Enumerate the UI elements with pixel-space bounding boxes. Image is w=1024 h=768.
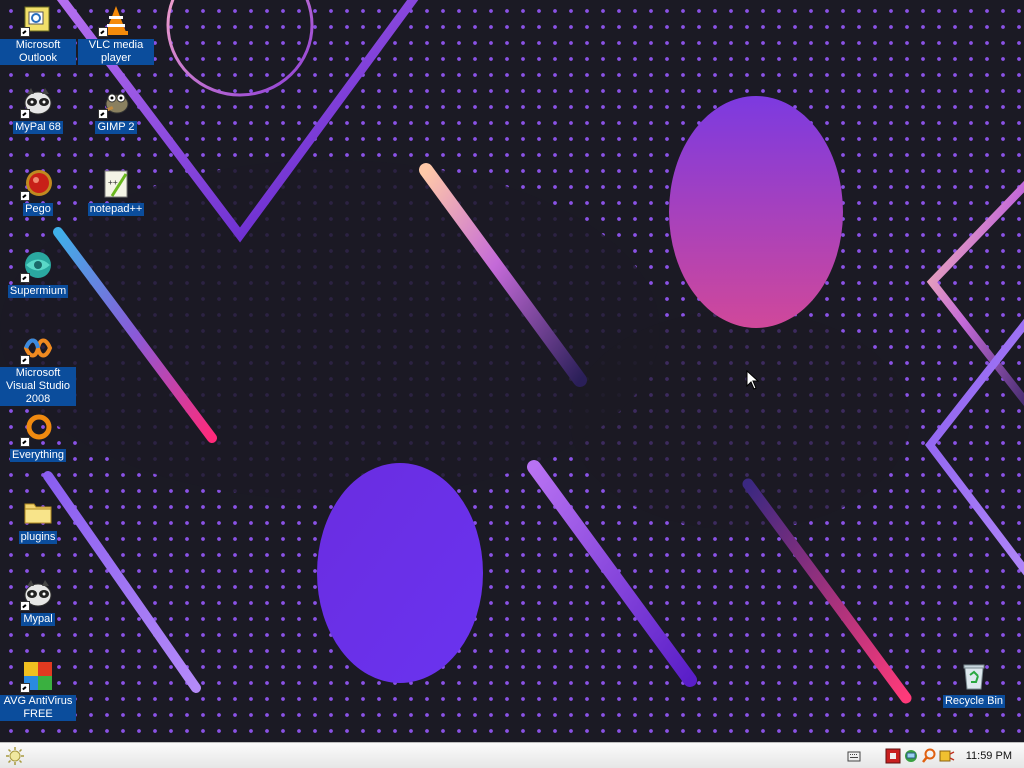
outlook-icon (20, 4, 54, 37)
shortcut-arrow-icon (20, 437, 30, 447)
shortcut-arrow-icon (98, 27, 108, 37)
shortcut-arrow-icon (20, 109, 30, 119)
taskbar: 11:59 PM (0, 742, 1024, 768)
desktop-icon-mypal68[interactable]: MyPal 68 (0, 86, 76, 134)
desktop-icon-label: Microsoft Outlook (0, 39, 76, 65)
keyboard-icon[interactable] (846, 748, 862, 764)
shortcut-arrow-icon (20, 355, 30, 365)
shortcut-arrow-icon (20, 27, 30, 37)
volume-tray-icon[interactable] (939, 748, 955, 764)
desktop-icon-label: AVG AntiVirus FREE (0, 695, 76, 721)
shortcut-arrow-icon (20, 683, 30, 693)
mouse-cursor-icon (746, 370, 760, 390)
desktop-icon-vlc[interactable]: VLC media player (78, 4, 154, 65)
desktop-icon-plugins[interactable]: plugins (0, 496, 76, 544)
avg-tray-icon[interactable] (885, 748, 901, 764)
shortcut-arrow-icon (20, 191, 30, 201)
shortcut-arrow-icon (20, 601, 30, 611)
recycle-bin-icon (958, 660, 990, 692)
vlc-icon (98, 4, 132, 37)
start-icon (6, 747, 24, 765)
network-tray-icon[interactable] (903, 748, 919, 764)
visual-studio-icon (20, 332, 54, 365)
shortcut-arrow-icon (98, 109, 108, 119)
desktop-icon-mypal[interactable]: Mypal (0, 578, 76, 626)
desktop-icon-everything[interactable]: Everything (0, 414, 76, 462)
desktop-icon-label: Mypal (21, 613, 55, 626)
gimp-icon (98, 86, 132, 119)
desktop-icon-recycle-bin[interactable]: Recycle Bin (936, 660, 1012, 708)
desktop-icon-avg[interactable]: AVG AntiVirus FREE (0, 660, 76, 721)
pego-icon (20, 168, 54, 201)
desktop-icon-label: notepad++ (87, 203, 145, 216)
desktop-icon-label: Everything (10, 449, 66, 462)
folder-icon (22, 496, 54, 528)
start-button[interactable] (4, 746, 26, 766)
desktop-icon-label: Recycle Bin (942, 695, 1006, 708)
supermium-icon (20, 250, 54, 283)
shortcut-arrow-icon (20, 273, 30, 283)
desktop-icon-label: plugins (18, 531, 58, 544)
search-tray-icon[interactable] (921, 748, 937, 764)
mypal-icon (20, 86, 54, 119)
desktop-icon-pego[interactable]: Pego (0, 168, 76, 216)
desktop-icon-label: GIMP 2 (95, 121, 137, 134)
desktop-icon-visual-studio[interactable]: Microsoft Visual Studio 2008 (0, 332, 76, 406)
notepadpp-icon: ++ (100, 168, 132, 200)
system-tray: 11:59 PM (845, 743, 1024, 768)
desktop-icon-label: Microsoft Visual Studio 2008 (0, 367, 76, 406)
desktop-icon-outlook[interactable]: Microsoft Outlook (0, 4, 76, 65)
desktop-icon-supermium[interactable]: Supermium (0, 250, 76, 298)
desktop-icon-notepadpp[interactable]: ++ notepad++ (78, 168, 154, 216)
desktop-icon-label: MyPal 68 (13, 121, 63, 134)
mypal-icon (20, 578, 54, 611)
svg-text:++: ++ (108, 178, 118, 187)
avg-icon (20, 660, 54, 693)
everything-icon (20, 414, 54, 447)
desktop[interactable]: Microsoft Outlook VLC media player MyPal… (0, 0, 1024, 742)
desktop-icon-label: VLC media player (78, 39, 154, 65)
desktop-icon-label: Pego (23, 203, 53, 216)
desktop-icon-gimp[interactable]: GIMP 2 (78, 86, 154, 134)
desktop-icon-label: Supermium (7, 285, 69, 298)
taskbar-clock[interactable]: 11:59 PM (966, 750, 1012, 762)
